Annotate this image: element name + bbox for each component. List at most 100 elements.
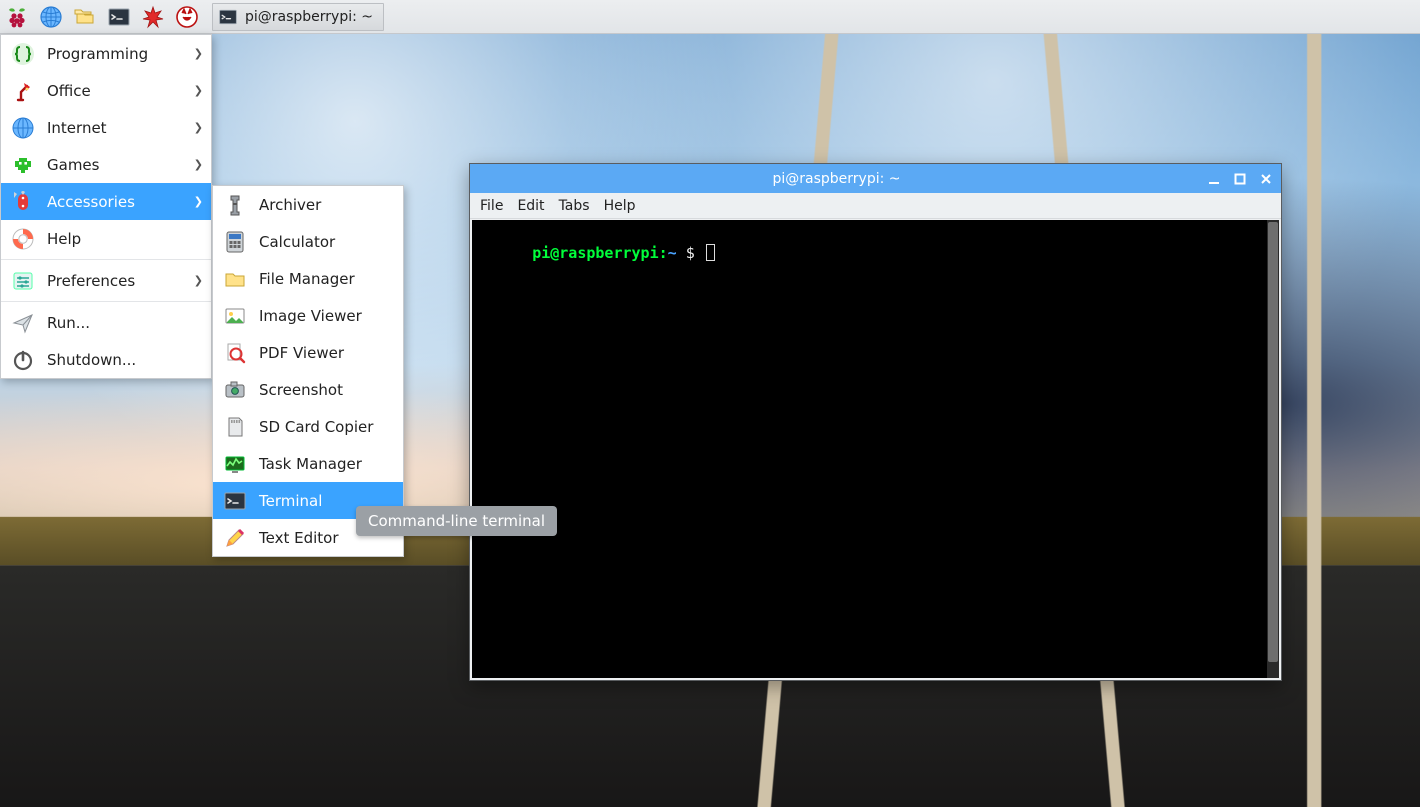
wolfram-launcher[interactable]	[172, 2, 202, 32]
menu-item-label: Shutdown...	[47, 351, 136, 369]
taskbar-window-button[interactable]: pi@raspberrypi: ~	[212, 3, 384, 31]
prompt-userhost: pi@raspberrypi	[532, 244, 658, 262]
raspberry-icon	[5, 5, 29, 29]
menu-item-label: Programming	[47, 45, 148, 63]
terminal-cursor	[706, 244, 715, 261]
close-button[interactable]	[1257, 170, 1275, 188]
wolf-icon	[175, 5, 199, 29]
camera-icon	[221, 378, 249, 402]
taskbar-window-label: pi@raspberrypi: ~	[245, 9, 373, 25]
mathematica-launcher[interactable]	[138, 2, 168, 32]
menu-separator	[1, 259, 211, 260]
terminal-icon	[217, 6, 239, 28]
window-title: pi@raspberrypi: ~	[476, 171, 1197, 187]
clamp-icon	[221, 193, 249, 217]
terminal-launcher[interactable]	[104, 2, 134, 32]
menu-item-help[interactable]: Help	[1, 220, 211, 257]
swiss-knife-icon	[9, 190, 37, 214]
menu-item-label: Internet	[47, 119, 107, 137]
window-titlebar[interactable]: pi@raspberrypi: ~	[470, 164, 1281, 193]
terminal-scrollbar-thumb[interactable]	[1268, 222, 1278, 662]
submenu-item-label: Task Manager	[259, 455, 362, 473]
chevron-right-icon: ❯	[194, 274, 203, 287]
menu-item-internet[interactable]: Internet ❯	[1, 109, 211, 146]
menu-item-label: Games	[47, 156, 99, 174]
menu-item-accessories[interactable]: Accessories ❯	[1, 183, 211, 220]
sliders-icon	[9, 269, 37, 293]
calculator-icon	[221, 230, 249, 254]
web-browser-launcher[interactable]	[36, 2, 66, 32]
starburst-icon	[141, 5, 165, 29]
menu-item-shutdown[interactable]: Shutdown...	[1, 341, 211, 378]
tooltip-text: Command-line terminal	[368, 512, 545, 530]
menu-item-programming[interactable]: Programming ❯	[1, 35, 211, 72]
submenu-item-label: File Manager	[259, 270, 355, 288]
menu-item-label: Accessories	[47, 193, 135, 211]
submenu-item-sd-card-copier[interactable]: SD Card Copier	[213, 408, 403, 445]
submenu-item-pdf-viewer[interactable]: PDF Viewer	[213, 334, 403, 371]
terminal-scrollbar[interactable]	[1267, 220, 1279, 678]
menubar-tabs[interactable]: Tabs	[559, 198, 590, 214]
paper-plane-icon	[9, 311, 37, 335]
terminal-icon	[221, 489, 249, 513]
submenu-item-image-viewer[interactable]: Image Viewer	[213, 297, 403, 334]
folder-icon	[221, 267, 249, 291]
menu-item-office[interactable]: Office ❯	[1, 72, 211, 109]
terminal-menubar: File Edit Tabs Help	[470, 193, 1281, 219]
terminal-window[interactable]: pi@raspberrypi: ~ File Edit Tabs Help pi…	[469, 163, 1282, 681]
menu-item-games[interactable]: Games ❯	[1, 146, 211, 183]
magnifier-pdf-icon	[221, 341, 249, 365]
start-menu-button[interactable]	[2, 2, 32, 32]
menu-item-label: Help	[47, 230, 81, 248]
accessories-submenu: Archiver Calculator File Manager Image V…	[212, 185, 404, 557]
menu-item-preferences[interactable]: Preferences ❯	[1, 262, 211, 299]
menu-separator	[1, 301, 211, 302]
terminal-viewport[interactable]: pi@raspberrypi:~ $	[472, 220, 1279, 678]
terminal-prompt-line: pi@raspberrypi:~ $	[472, 220, 1279, 287]
menu-item-label: Preferences	[47, 272, 135, 290]
submenu-item-label: Screenshot	[259, 381, 343, 399]
submenu-item-label: Terminal	[259, 492, 322, 510]
submenu-item-label: Text Editor	[259, 529, 339, 547]
submenu-item-label: SD Card Copier	[259, 418, 373, 436]
minimize-button[interactable]	[1205, 170, 1223, 188]
sd-card-icon	[221, 415, 249, 439]
globe-icon	[39, 5, 63, 29]
submenu-item-label: PDF Viewer	[259, 344, 344, 362]
submenu-item-label: Archiver	[259, 196, 321, 214]
help-ring-icon	[9, 227, 37, 251]
submenu-item-archiver[interactable]: Archiver	[213, 186, 403, 223]
submenu-item-screenshot[interactable]: Screenshot	[213, 371, 403, 408]
monitor-graph-icon	[221, 452, 249, 476]
chevron-right-icon: ❯	[194, 47, 203, 60]
menu-item-label: Run...	[47, 314, 90, 332]
globe-icon	[9, 116, 37, 140]
folder-stack-icon	[73, 5, 97, 29]
chevron-right-icon: ❯	[194, 195, 203, 208]
menu-item-run[interactable]: Run...	[1, 304, 211, 341]
menubar-edit[interactable]: Edit	[517, 198, 544, 214]
chevron-right-icon: ❯	[194, 158, 203, 171]
pencil-icon	[221, 526, 249, 550]
prompt-dollar: $	[686, 244, 695, 262]
maximize-button[interactable]	[1231, 170, 1249, 188]
menubar-help[interactable]: Help	[604, 198, 636, 214]
alien-icon	[9, 153, 37, 177]
power-icon	[9, 348, 37, 372]
chevron-right-icon: ❯	[194, 121, 203, 134]
submenu-item-task-manager[interactable]: Task Manager	[213, 445, 403, 482]
tooltip: Command-line terminal	[356, 506, 557, 536]
lamp-icon	[9, 79, 37, 103]
braces-icon	[9, 42, 37, 66]
chevron-right-icon: ❯	[194, 84, 203, 97]
application-menu: Programming ❯ Office ❯ Internet ❯ Games …	[0, 34, 212, 379]
file-manager-launcher[interactable]	[70, 2, 100, 32]
menubar-file[interactable]: File	[480, 198, 503, 214]
prompt-path: ~	[668, 244, 677, 262]
submenu-item-file-manager[interactable]: File Manager	[213, 260, 403, 297]
taskbar: pi@raspberrypi: ~	[0, 0, 1420, 34]
menu-item-label: Office	[47, 82, 91, 100]
submenu-item-calculator[interactable]: Calculator	[213, 223, 403, 260]
submenu-item-label: Calculator	[259, 233, 335, 251]
submenu-item-label: Image Viewer	[259, 307, 362, 325]
